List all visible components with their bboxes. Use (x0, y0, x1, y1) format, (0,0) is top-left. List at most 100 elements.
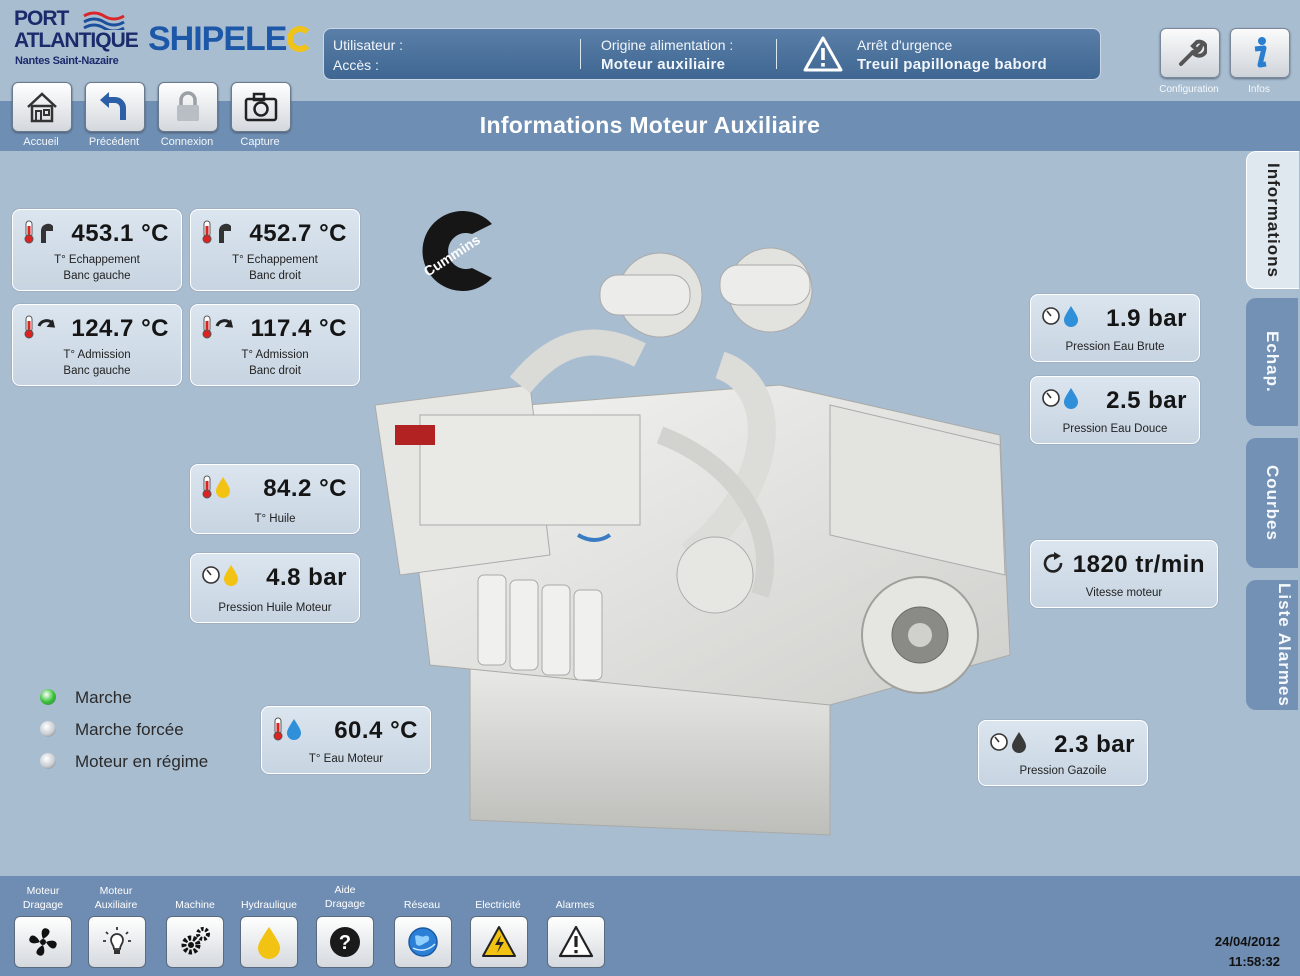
exhaust-right-label: T° Echappement Banc droit (191, 252, 359, 284)
nav-machine-button[interactable] (166, 916, 224, 968)
nav-hydraulique-button[interactable] (240, 916, 298, 968)
nav-label: Alarmes (535, 898, 615, 912)
rotation-icon (1043, 552, 1063, 573)
label-line: T° Echappement (232, 254, 318, 266)
card-raw-water-pressure: 1.9 bar Pression Eau Brute (1030, 294, 1200, 362)
capture-label: Capture (240, 136, 280, 148)
status-led-forced (40, 721, 56, 737)
date-display: 24/04/2012 (1214, 934, 1280, 949)
home-icon (27, 92, 57, 123)
status-led-at-speed (40, 753, 56, 769)
admission-right-value: 117.4 °C (250, 315, 347, 342)
card-water-temperature: 60.4 °C T° Eau Moteur (261, 706, 431, 774)
warning-icon (803, 36, 843, 72)
electric-icon (482, 926, 516, 957)
tab-label: Liste Alarmes (1275, 583, 1294, 707)
wrench-icon (1179, 39, 1207, 66)
card-icons (201, 315, 235, 339)
card-oil-pressure: 4.8 bar Pression Huile Moteur (190, 553, 360, 623)
exhaust-pipe-icon (219, 223, 231, 243)
thermometer-icon (24, 315, 34, 339)
back-label: Précédent (88, 136, 140, 148)
fresh-water-value: 2.5 bar (1106, 387, 1187, 414)
tab-liste-alarmes[interactable]: Liste Alarmes (1246, 580, 1298, 710)
fan-icon (29, 928, 57, 956)
infos-label: Infos (1248, 84, 1270, 95)
label-line: Banc droit (249, 270, 301, 282)
label-line: Banc gauche (63, 270, 131, 282)
intake-arrow-icon (215, 319, 234, 328)
tab-label: Courbes (1263, 465, 1282, 541)
admission-left-label: T° Admission Banc gauche (13, 347, 181, 379)
legend-forced-label: Marche forcée (75, 720, 184, 739)
tab-courbes[interactable]: Courbes (1246, 438, 1298, 568)
nav-moteur-dragage-button[interactable] (14, 916, 72, 968)
water-temperature-value: 60.4 °C (334, 717, 418, 744)
login-button[interactable] (158, 82, 218, 132)
nav-label-line: Auxiliaire (94, 899, 138, 911)
fresh-water-label: Pression Eau Douce (1062, 423, 1168, 435)
exhaust-right-value: 452.7 °C (249, 220, 347, 247)
thermometer-icon (202, 315, 212, 339)
fuel-drop-icon (1012, 732, 1026, 753)
nav-label: Machine (155, 898, 235, 912)
exhaust-left-label: T° Echappement Banc gauche (13, 252, 181, 284)
raw-water-value: 1.9 bar (1106, 305, 1187, 332)
card-icons (201, 564, 239, 586)
card-oil-temperature: 84.2 °C T° Huile (190, 464, 360, 534)
nav-label-line: Electricité (475, 899, 521, 911)
nav-label-line: Dragage (324, 898, 366, 910)
nav-moteur-auxiliaire-button[interactable] (88, 916, 146, 968)
nav-label: Moteur Dragage (3, 884, 83, 912)
nav-electricite-button[interactable] (470, 916, 528, 968)
logo-line-1: PORT (14, 7, 69, 30)
nav-label-line: Réseau (403, 899, 441, 911)
nav-label-line: Alarmes (555, 899, 595, 911)
tab-echap[interactable]: Echap. (1246, 298, 1298, 426)
page-title: Informations Moteur Auxiliaire (479, 112, 821, 138)
engine-image (374, 247, 1011, 836)
svg-text:?: ? (339, 932, 351, 954)
nav-label-line: Moteur (99, 885, 133, 897)
alarm-icon (558, 925, 594, 958)
capture-button[interactable] (231, 82, 291, 132)
waves-icon (83, 11, 125, 30)
port-atlantique-logo: PORT ATLANTIQUE Nantes Saint-Nazaire (14, 7, 139, 74)
user-section: Utilisateur : Accès : (333, 35, 403, 75)
gauge-icon (990, 733, 1008, 751)
back-button[interactable] (85, 82, 145, 132)
card-exhaust-left: 453.1 °C T° Echappement Banc gauche (12, 209, 182, 291)
card-fresh-water-pressure: 2.5 bar Pression Eau Douce (1030, 376, 1200, 444)
engine-speed-value: 1820 tr/min (1072, 551, 1205, 578)
oil-pressure-value: 4.8 bar (266, 564, 347, 591)
intake-arrow-icon (37, 319, 56, 328)
nav-label: Electricité (458, 898, 538, 912)
thermometer-icon (202, 220, 212, 244)
raw-water-label: Pression Eau Brute (1065, 341, 1165, 353)
nav-aide-dragage-button[interactable]: ? (316, 916, 374, 968)
nav-label-line: Aide (334, 884, 356, 896)
configuration-button[interactable] (1160, 28, 1220, 78)
diesel-label: Pression Gazoile (1019, 765, 1107, 777)
shipelec-logo: SHIPELE (148, 20, 314, 58)
infos-button[interactable] (1230, 28, 1290, 78)
nav-label: Hydraulique (229, 898, 309, 912)
engine-speed-label: Vitesse moteur (1085, 587, 1163, 599)
alarm-label: Arrêt d'urgence (857, 37, 953, 53)
gears-icon (181, 927, 210, 955)
card-exhaust-right: 452.7 °C T° Echappement Banc droit (190, 209, 360, 291)
access-label: Accès : (333, 57, 379, 73)
login-label: Connexion (160, 136, 214, 148)
status-panel: Utilisateur : Accès : Origine alimentati… (323, 28, 1101, 80)
legend-at-speed-label: Moteur en régime (75, 752, 209, 771)
exhaust-pipe-icon (41, 223, 53, 243)
status-divider (580, 39, 581, 69)
globe-icon (408, 927, 438, 957)
water-drop-icon (1064, 388, 1078, 409)
user-label: Utilisateur : (333, 37, 404, 53)
water-drop-icon (287, 719, 301, 740)
tab-informations[interactable]: Informations (1246, 151, 1299, 289)
home-button[interactable] (12, 82, 72, 132)
nav-reseau-button[interactable] (394, 916, 452, 968)
nav-alarmes-button[interactable] (547, 916, 605, 968)
